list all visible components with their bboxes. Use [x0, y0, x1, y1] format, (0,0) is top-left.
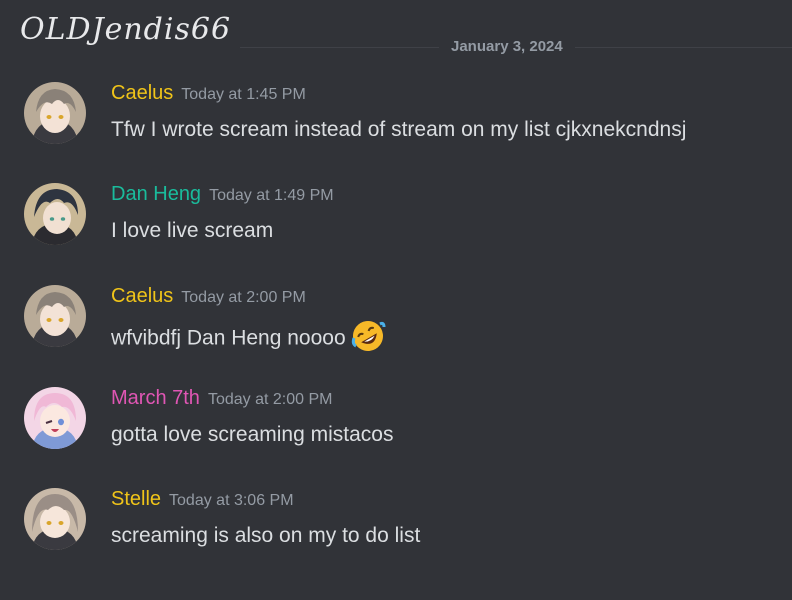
- message: Caelus Today at 2:00 PM wfvibdfj Dan Heng…: [24, 285, 784, 355]
- message: March 7th Today at 2:00 PM gotta love scr…: [24, 387, 784, 457]
- message: Dan Heng Today at 1:49 PM I love live scr…: [24, 183, 784, 253]
- message-content: gotta love screaming mistacos: [111, 423, 394, 446]
- avatar[interactable]: [24, 387, 86, 449]
- signature-watermark: OLDJendis66: [20, 12, 232, 47]
- avatar[interactable]: [24, 82, 86, 144]
- timestamp: Today at 1:45 PM: [181, 86, 306, 103]
- message-content: I love live scream: [111, 219, 274, 242]
- timestamp: Today at 2:00 PM: [207, 391, 333, 408]
- message: Caelus Today at 1:45 PM Tfw I wrote screa…: [24, 82, 784, 152]
- username[interactable]: Caelus: [111, 82, 173, 104]
- avatar[interactable]: [24, 488, 86, 550]
- message-content: screaming is also on my to do list: [111, 524, 421, 547]
- message-content: Tfw I wrote scream instead of stream on …: [111, 118, 687, 141]
- timestamp: Today at 2:00 PM: [181, 289, 306, 306]
- avatar[interactable]: [24, 285, 86, 347]
- timestamp: Today at 1:49 PM: [209, 187, 334, 204]
- message-content: wfvibdfj Dan Heng noooo: [111, 321, 386, 357]
- date-divider: January 3, 2024: [439, 38, 575, 55]
- username[interactable]: Caelus: [111, 285, 173, 307]
- avatar[interactable]: [24, 183, 86, 245]
- username[interactable]: Dan Heng: [111, 183, 201, 205]
- message: Stelle Today at 3:06 PM screaming is also…: [24, 488, 784, 558]
- username[interactable]: Stelle: [111, 488, 161, 510]
- message-text: wfvibdfj Dan Heng noooo: [111, 326, 346, 350]
- timestamp: Today at 3:06 PM: [169, 492, 294, 509]
- rolling-on-floor-laughing-icon: [350, 318, 386, 354]
- username[interactable]: March 7th: [111, 387, 200, 409]
